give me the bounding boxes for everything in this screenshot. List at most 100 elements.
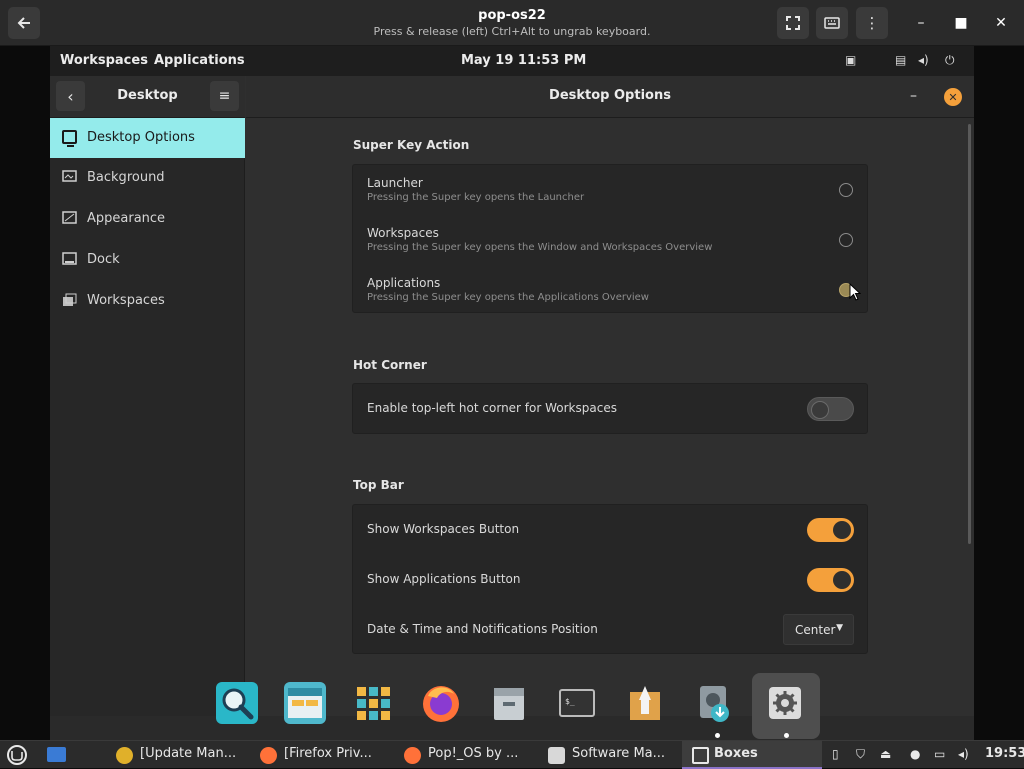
content-scrollbar[interactable] — [968, 124, 971, 544]
task-label: Software Ma... — [572, 746, 666, 761]
topbar-applications[interactable]: Applications — [154, 53, 245, 68]
hot-corner-card: Enable top-left hot corner for Workspace… — [352, 383, 868, 434]
topbar-workspaces[interactable]: Workspaces — [60, 53, 148, 68]
toggle-knob — [811, 401, 829, 419]
super-key-card: Launcher Pressing the Super key opens th… — [352, 164, 868, 313]
menu-button[interactable]: ⋮ — [856, 7, 888, 39]
search-icon[interactable] — [216, 682, 258, 724]
datetime-position-label: Date & Time and Notifications Position — [367, 622, 598, 636]
sidebar-item-desktop-options[interactable]: Desktop Options — [50, 118, 245, 158]
sidebar-item-label: Dock — [87, 252, 120, 267]
installer-icon[interactable] — [692, 682, 734, 724]
page-title: Desktop Options — [549, 88, 671, 103]
show-applications-toggle[interactable] — [807, 568, 854, 592]
settings-close-button[interactable]: ✕ — [944, 88, 962, 106]
datetime-position-dropdown[interactable]: Center ▼ — [783, 614, 854, 645]
maximize-icon: ■ — [954, 15, 968, 31]
chevron-down-icon: ▼ — [836, 623, 843, 633]
close-icon: ✕ — [948, 90, 958, 104]
power-icon[interactable]: ⏻ — [945, 53, 955, 68]
task-label: Boxes — [714, 746, 758, 761]
sidebar-item-background[interactable]: Background — [50, 158, 245, 198]
task-firefox-popos[interactable]: Pop!_OS by ... — [404, 741, 534, 769]
host-header: pop-os22 Press & release (left) Ctrl+Alt… — [0, 0, 1024, 46]
shield-icon[interactable]: ⛉ — [856, 747, 865, 762]
launcher-radio[interactable] — [839, 183, 853, 197]
chevron-left-icon: ‹ — [67, 86, 74, 106]
toggle-knob — [833, 571, 851, 589]
sidebar-item-dock[interactable]: Dock — [50, 240, 245, 280]
taskbar-clock[interactable]: 19:53 — [985, 746, 1024, 761]
clipboard-icon[interactable]: ▯ — [832, 747, 839, 761]
topbar-datetime[interactable]: May 19 11:53 PM — [461, 53, 586, 68]
option-subtitle: Pressing the Super key opens the Window … — [367, 242, 713, 253]
eject-icon[interactable]: ⏏ — [880, 747, 891, 761]
sidebar-item-appearance[interactable]: Appearance — [50, 199, 245, 239]
running-indicator — [715, 733, 720, 738]
minimize-button[interactable]: – — [910, 12, 932, 34]
svg-text:$_: $_ — [565, 697, 575, 706]
system76-power-icon[interactable]: ▣ — [845, 53, 856, 67]
close-window-button[interactable]: ✕ — [990, 12, 1012, 34]
show-applications-row: Show Applications Button — [353, 555, 869, 605]
option-title: Applications — [367, 276, 441, 290]
main-header: Desktop Options – ✕ — [246, 76, 974, 118]
sidebar-item-label: Workspaces — [87, 293, 165, 308]
user-icon[interactable]: ● — [910, 747, 920, 761]
update-manager-icon — [116, 747, 133, 764]
pop-shop-icon[interactable] — [624, 682, 666, 724]
show-desktop-icon[interactable] — [47, 747, 66, 762]
show-workspaces-row: Show Workspaces Button — [353, 505, 869, 555]
terminal-icon[interactable]: $_ — [556, 682, 598, 724]
files-icon[interactable] — [284, 682, 326, 724]
show-workspaces-toggle[interactable] — [807, 518, 854, 542]
network-icon[interactable]: ▤ — [895, 53, 906, 67]
firefox-icon[interactable] — [420, 682, 462, 724]
radio-row-applications[interactable]: Applications Pressing the Super key open… — [353, 265, 869, 314]
fullscreen-button[interactable] — [777, 7, 809, 39]
mint-menu-icon[interactable] — [6, 744, 28, 766]
sidebar-menu-button[interactable]: ≡ — [210, 81, 239, 111]
sidebar-back-button[interactable]: ‹ — [56, 81, 85, 111]
option-title: Launcher — [367, 176, 423, 190]
section-title-hot-corner: Hot Corner — [353, 358, 427, 372]
hot-corner-row: Enable top-left hot corner for Workspace… — [353, 384, 869, 435]
sidebar-item-label: Desktop Options — [87, 130, 195, 145]
running-indicator — [784, 733, 789, 738]
minimize-icon: – — [910, 88, 917, 104]
guest-screen: Workspaces Applications May 19 11:53 PM … — [50, 46, 974, 740]
keyboard-button[interactable] — [816, 7, 848, 39]
workspaces-radio[interactable] — [839, 233, 853, 247]
fullscreen-icon — [786, 16, 800, 30]
sidebar-item-workspaces[interactable]: Workspaces — [50, 281, 245, 321]
task-label: Pop!_OS by ... — [428, 746, 519, 761]
app-grid-icon[interactable] — [352, 682, 394, 724]
task-label: [Firefox Priv... — [284, 746, 372, 761]
background-icon — [62, 170, 77, 184]
task-update-manager[interactable]: [Update Man... — [116, 741, 246, 769]
hot-corner-toggle[interactable] — [807, 397, 854, 421]
network-icon[interactable]: ▭ — [934, 747, 945, 761]
hot-corner-label: Enable top-left hot corner for Workspace… — [367, 401, 617, 415]
datetime-position-row: Date & Time and Notifications Position C… — [353, 605, 869, 655]
task-software-manager[interactable]: Software Ma... — [548, 741, 678, 769]
sidebar-header: ‹ Desktop ≡ — [50, 76, 245, 118]
task-firefox-private[interactable]: [Firefox Priv... — [260, 741, 390, 769]
volume-icon[interactable]: ◂) — [918, 53, 929, 67]
firefox-icon — [404, 747, 421, 764]
file-manager-icon[interactable] — [488, 682, 530, 724]
radio-row-workspaces[interactable]: Workspaces Pressing the Super key opens … — [353, 215, 869, 265]
software-manager-icon — [548, 747, 565, 764]
settings-icon[interactable] — [764, 682, 806, 724]
maximize-button[interactable]: ■ — [950, 12, 972, 34]
radio-row-launcher[interactable]: Launcher Pressing the Super key opens th… — [353, 165, 869, 215]
close-icon: ✕ — [995, 15, 1007, 31]
settings-minimize-button[interactable]: – — [910, 88, 917, 104]
task-boxes[interactable]: Boxes — [682, 741, 822, 769]
show-applications-label: Show Applications Button — [367, 572, 521, 586]
dropdown-value: Center — [795, 623, 836, 637]
minimize-icon: – — [917, 15, 925, 31]
sidebar-item-label: Appearance — [87, 211, 166, 226]
volume-icon[interactable]: ◂) — [958, 747, 969, 761]
guest-topbar: Workspaces Applications May 19 11:53 PM … — [50, 46, 974, 76]
